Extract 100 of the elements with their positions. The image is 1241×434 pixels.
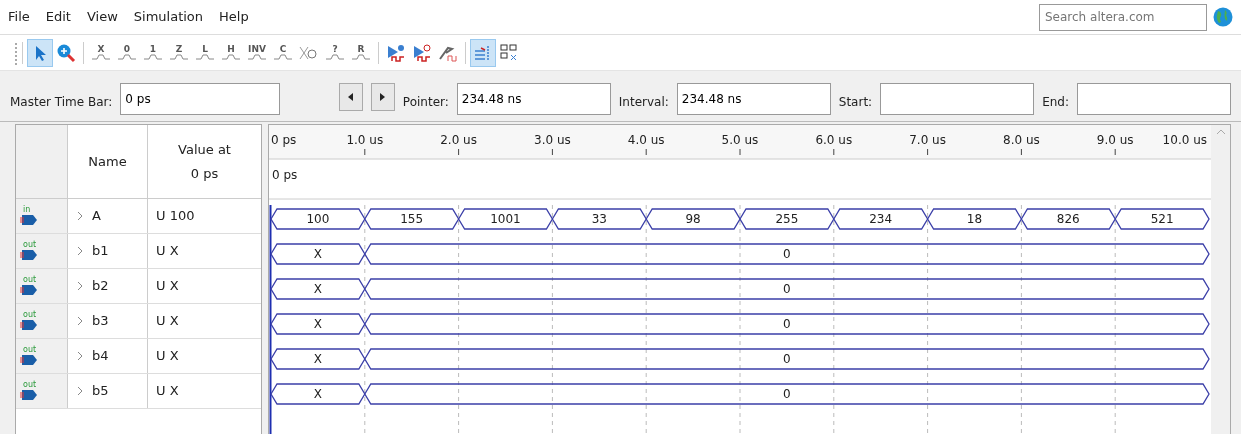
signal-value: U X (155, 347, 180, 366)
waveform-value-button[interactable]: X (88, 38, 114, 67)
expand-chevron-icon[interactable] (76, 281, 84, 291)
time-tick-label: 10.0 us (1162, 133, 1207, 147)
signal-value: U X (155, 312, 180, 331)
waveform-value-button[interactable]: H (218, 38, 244, 67)
segment-value: 100 (306, 212, 330, 226)
field-label: Start: (838, 94, 873, 111)
waveform-icon (247, 54, 267, 60)
time-field[interactable]: 234.48 ns (456, 83, 611, 115)
scroll-up-icon[interactable] (1215, 129, 1226, 135)
segment-value: 1001 (490, 212, 521, 226)
menu-item[interactable]: Simulation (125, 7, 212, 27)
segment-value: 0 (783, 387, 791, 401)
time-tick-label: 8.0 us (1003, 133, 1040, 147)
waveform-value-button[interactable]: L (192, 38, 218, 67)
field-label: End: (1042, 94, 1069, 111)
menu-item[interactable]: File (0, 7, 38, 27)
waveform-value-button[interactable]: Z (166, 38, 192, 67)
toolbar-grip-icon[interactable] (14, 40, 18, 65)
waveform-value-button[interactable]: C (270, 38, 296, 67)
waveform-icon (169, 54, 189, 60)
signal-name: b2 (92, 277, 109, 296)
segment-value: 33 (591, 212, 607, 226)
segment-value: 521 (1150, 212, 1174, 226)
segment-value: 0 (783, 247, 791, 261)
grid-squares-icon (499, 42, 519, 63)
waveform-value-button[interactable]: 0 (114, 38, 140, 67)
time-tick-label: 7.0 us (909, 133, 946, 147)
signal-name: b5 (92, 382, 109, 401)
segment-value: 0 (783, 317, 791, 331)
expand-chevron-icon[interactable] (76, 351, 84, 361)
signal-name: b4 (92, 347, 109, 366)
expand-chevron-icon[interactable] (76, 316, 84, 326)
column-header: Name (68, 125, 148, 198)
time-field[interactable]: 0 ps (120, 83, 281, 115)
segment-value: X (313, 387, 322, 401)
left-arrow-icon (347, 93, 354, 101)
expand-chevron-icon[interactable] (76, 386, 84, 396)
segment-value: 18 (966, 212, 983, 226)
segment-value: X (313, 282, 322, 296)
segment-value: 0 (783, 352, 791, 366)
field-label: Master Time Bar: (10, 94, 113, 111)
time-tick-label: 2.0 us (440, 133, 477, 147)
waveform-icon (351, 54, 371, 60)
segment-value: 234 (869, 212, 893, 226)
waveform-value-button[interactable]: 1 (140, 38, 166, 67)
signal-value: U X (155, 382, 180, 401)
zoom-in-icon (56, 42, 76, 63)
pointer-button[interactable] (27, 38, 53, 67)
waveform-icon (273, 54, 293, 60)
search-field[interactable]: Search altera.com (1039, 3, 1207, 31)
time-tick-label: 4.0 us (627, 133, 665, 147)
signal-value: U X (155, 242, 180, 261)
waveform-icon (117, 54, 137, 60)
waveform-icon (143, 54, 163, 60)
play-waveform-icon (412, 42, 432, 63)
snap-grid-button[interactable] (470, 38, 496, 67)
segment-value: 255 (775, 212, 799, 226)
field-label: Interval: (618, 94, 669, 111)
segment-value: X (313, 247, 322, 261)
next-button[interactable] (370, 83, 395, 111)
expand-chevron-icon[interactable] (76, 211, 84, 221)
time-field[interactable] (880, 83, 1035, 115)
signal-value: U X (155, 277, 180, 296)
field-label: Pointer: (402, 94, 449, 111)
menu-item[interactable]: View (78, 7, 126, 27)
segment-value: 98 (685, 212, 701, 226)
time-tick-label: 0 ps (271, 133, 297, 147)
segment-value: 0 (783, 282, 791, 296)
time-field[interactable]: 234.48 ns (676, 83, 831, 115)
signal-value: U 100 (155, 207, 196, 226)
time-tick-label: 9.0 us (1096, 133, 1134, 147)
waveform-icon (325, 54, 345, 60)
globe-icon[interactable] (1213, 7, 1233, 27)
time-tick-label: 1.0 us (346, 133, 384, 147)
signal-name: b3 (92, 312, 109, 331)
segment-value: 826 (1056, 212, 1080, 226)
signal-name: A (92, 207, 101, 226)
waveform-icon (91, 54, 111, 60)
menu-item[interactable]: Help (211, 7, 257, 27)
waveform-value-button[interactable]: ? (322, 38, 348, 67)
time-tick-label: 6.0 us (815, 133, 853, 147)
waveform-icon (195, 54, 215, 60)
cursor-time-label: 0 ps (272, 168, 298, 182)
column-header: 0 ps (190, 164, 219, 183)
menu-item[interactable]: Edit (37, 7, 79, 27)
time-field[interactable] (1077, 83, 1231, 115)
segment-value: 155 (400, 212, 424, 226)
previous-button[interactable] (338, 83, 363, 111)
play-waveform-icon (386, 42, 406, 63)
time-bar-line[interactable] (269, 204, 272, 434)
waveform-value-button[interactable]: INV (244, 38, 270, 67)
segment-value: X (313, 352, 322, 366)
column-header: Value at (178, 141, 231, 159)
right-arrow-icon (379, 93, 386, 101)
segment-value: X (313, 317, 322, 331)
waveform-value-button[interactable]: R (348, 38, 374, 67)
expand-chevron-icon[interactable] (76, 246, 84, 256)
scrollbar[interactable] (1211, 125, 1230, 434)
